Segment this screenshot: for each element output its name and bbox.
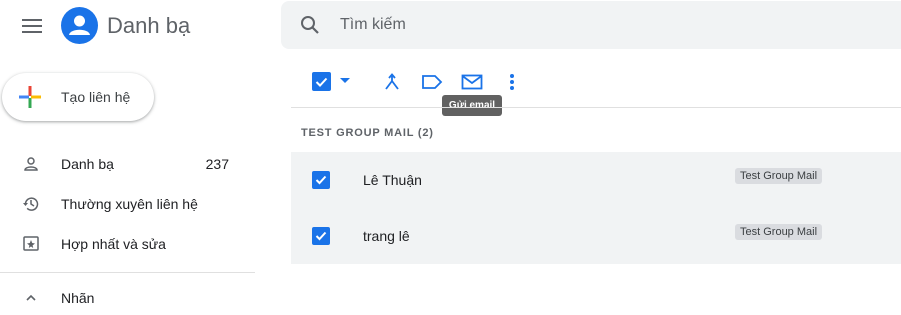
create-contact-button[interactable]: Tạo liên hệ (2, 73, 154, 121)
select-all-checkbox[interactable] (312, 72, 331, 91)
contact-row[interactable]: trang lê Test Group Mail (291, 208, 901, 264)
row-checkbox[interactable] (312, 171, 330, 189)
send-email-tooltip: Gửi email (442, 95, 502, 116)
email-icon[interactable] (460, 70, 484, 94)
sidebar-item-label: Danh bạ (61, 156, 114, 172)
contacts-count: 237 (205, 156, 229, 172)
sidebar-divider (0, 272, 255, 273)
app-title[interactable]: Danh bạ (107, 10, 190, 42)
contacts-logo-icon[interactable] (61, 7, 98, 44)
contact-row[interactable]: Lê Thuận Test Group Mail (291, 152, 901, 208)
search-input[interactable] (340, 1, 860, 49)
sidebar-item-label: Thường xuyên liên hệ (61, 196, 198, 212)
contact-label-chip[interactable]: Test Group Mail (735, 224, 823, 240)
merge-icon[interactable] (380, 70, 404, 94)
plus-icon (18, 85, 42, 109)
search-bar[interactable] (281, 1, 901, 49)
selection-dropdown-caret-icon[interactable] (340, 78, 350, 83)
sidebar-item-contacts[interactable]: Danh bạ 237 (0, 144, 255, 184)
toolbar-divider (291, 107, 901, 108)
chevron-up-icon[interactable] (21, 286, 41, 310)
sidebar-labels-section[interactable]: Nhãn (0, 278, 255, 315)
create-contact-label: Tạo liên hệ (61, 89, 131, 105)
main-menu-icon[interactable] (20, 16, 44, 36)
merge-fix-icon (21, 232, 41, 256)
group-header: TEST GROUP MAIL (2) (301, 127, 434, 139)
sidebar-item-label: Hợp nhất và sửa (61, 236, 166, 252)
contact-name: Lê Thuận (363, 172, 422, 188)
sidebar-item-frequent[interactable]: Thường xuyên liên hệ (0, 184, 255, 224)
search-icon[interactable] (298, 13, 322, 37)
row-checkbox[interactable] (312, 227, 330, 245)
contact-name: trang lê (363, 228, 410, 244)
sidebar-item-merge-fix[interactable]: Hợp nhất và sửa (0, 224, 255, 264)
label-icon[interactable] (420, 70, 444, 94)
contact-label-chip[interactable]: Test Group Mail (735, 168, 823, 184)
more-vert-icon[interactable] (500, 70, 524, 94)
history-icon (21, 192, 41, 216)
person-icon (21, 152, 41, 176)
labels-section-title: Nhãn (61, 290, 95, 306)
